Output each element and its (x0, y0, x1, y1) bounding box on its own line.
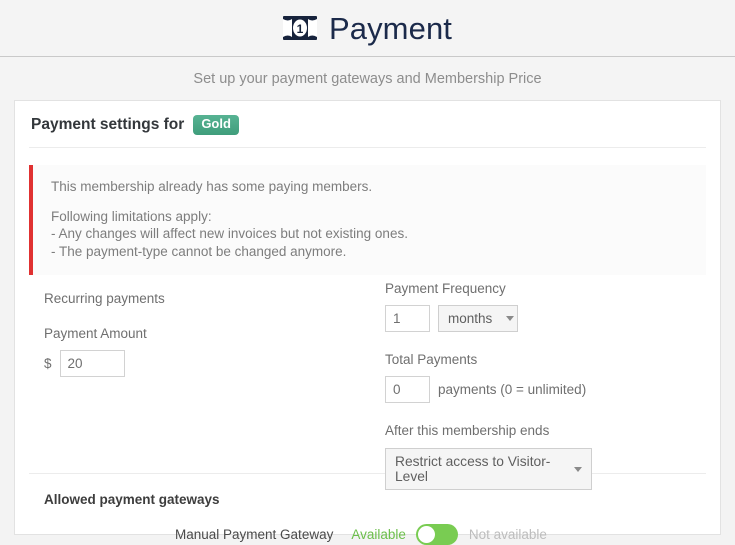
gateway-availability-toggle[interactable] (415, 524, 458, 545)
total-payments-input[interactable] (385, 376, 430, 403)
after-membership-ends-select[interactable]: Restrict access to Visitor-Level (385, 448, 592, 490)
payment-amount-label: Payment Amount (44, 326, 147, 341)
gateway-not-available-label: Not available (468, 527, 547, 542)
frequency-unit-value: months (448, 311, 493, 326)
alert-line-3: - Any changes will affect new invoices b… (51, 226, 408, 242)
alert-spacer (51, 195, 690, 208)
page-subtitle-bar: Set up your payment gateways and Members… (0, 57, 735, 100)
frequency-unit-select[interactable]: months (438, 305, 518, 332)
payment-form: Recurring payments Payment Amount $ Paym… (15, 281, 720, 490)
card-heading-text: Payment settings for (31, 115, 185, 133)
currency-symbol: $ (44, 356, 52, 371)
paying-members-alert: This membership already has some paying … (29, 164, 706, 275)
gateways-section: Allowed payment gateways Manual Payment … (15, 492, 720, 545)
total-payments-label: Total Payments (385, 352, 478, 367)
chevron-down-icon (506, 316, 515, 321)
page-subtitle: Set up your payment gateways and Members… (193, 70, 542, 87)
membership-level-badge: Gold (193, 115, 239, 135)
payment-amount-row: $ (44, 350, 364, 377)
heading-divider (29, 146, 706, 148)
form-column-right: Payment Frequency months Total Payments … (385, 281, 705, 490)
after-membership-ends-value: Restrict access to Visitor-Level (395, 454, 551, 484)
total-payments-helper: payments (0 = unlimited) (438, 382, 587, 397)
payment-frequency-input[interactable] (385, 305, 430, 332)
svg-text:1: 1 (297, 22, 304, 36)
page-header: 1 Payment (0, 0, 735, 57)
money-bill-icon: 1 (282, 16, 317, 40)
page-title: Payment (328, 10, 453, 46)
payment-frequency-label: Payment Frequency (385, 281, 506, 296)
card-heading: Payment settings for Gold (31, 115, 720, 135)
gateway-name: Manual Payment Gateway (175, 527, 334, 542)
gateway-row: Manual Payment Gateway Available Not ava… (15, 524, 720, 545)
toggle-knob (417, 526, 435, 543)
alert-line-2: Following limitations apply: (51, 209, 212, 225)
payment-amount-input[interactable] (59, 350, 125, 377)
payment-frequency-row: months (385, 305, 705, 332)
after-membership-ends-label: After this membership ends (385, 423, 550, 438)
total-payments-row: payments (0 = unlimited) (385, 376, 705, 403)
alert-line-1: This membership already has some paying … (51, 178, 373, 194)
page-header-inner: 1 Payment (282, 10, 453, 46)
gateway-available-label: Available (351, 527, 406, 542)
alert-line-4: - The payment-type cannot be changed any… (51, 243, 347, 259)
recurring-payments-label: Recurring payments (44, 291, 165, 306)
payment-settings-card: Payment settings for Gold This membershi… (14, 100, 721, 545)
allowed-gateways-title: Allowed payment gateways (44, 492, 220, 507)
form-column-left: Recurring payments Payment Amount $ (44, 291, 364, 377)
chevron-down-icon (574, 466, 582, 472)
